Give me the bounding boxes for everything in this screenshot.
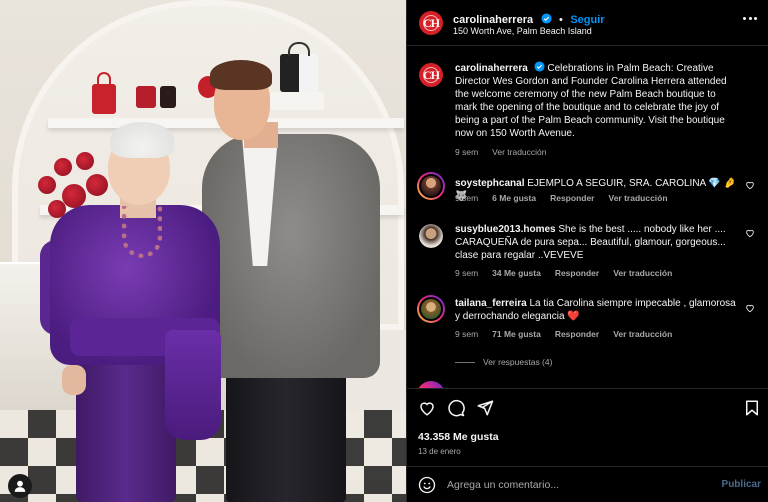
caption-row: CH carolinaherrera Celebrations in Palm … — [417, 61, 757, 171]
heart-icon[interactable] — [418, 399, 436, 417]
view-replies-label: Ver respuestas (4) — [483, 357, 553, 367]
comment-time[interactable]: 9 sem — [455, 329, 478, 339]
red-handbag — [92, 72, 116, 114]
replies-divider — [455, 361, 475, 363]
caption-text: carolinaherrera Celebrations in Palm Bea… — [455, 61, 739, 140]
red-clutch — [136, 86, 156, 108]
woman-necklace — [122, 206, 162, 258]
comment-row: soystephcanal EJEMPLO A SEGUIR, SRA. CAR… — [417, 171, 757, 211]
comment-avatar[interactable] — [417, 295, 445, 323]
woman-hand — [62, 365, 86, 395]
comment-text: tailana_ferreira La tia Carolina siempre… — [455, 297, 739, 323]
post-location[interactable]: 150 Worth Ave, Palm Beach Island — [453, 26, 592, 36]
more-icon[interactable] — [743, 17, 757, 21]
woman-sash-tail — [165, 330, 221, 440]
man-tweed-jacket — [202, 134, 380, 378]
follow-button[interactable]: Seguir — [570, 14, 604, 26]
cut-off-comment — [417, 381, 445, 388]
comment-avatar[interactable] — [419, 224, 443, 248]
comment-translate[interactable]: Ver traducción — [609, 193, 668, 203]
comment-meta: 9 sem 6 Me gusta Responder Ver traducció… — [455, 193, 668, 203]
comment-likes[interactable]: 71 Me gusta — [492, 329, 541, 339]
publish-button[interactable]: Publicar — [722, 479, 761, 490]
reply-button[interactable]: Responder — [555, 329, 599, 339]
reply-button[interactable]: Responder — [550, 193, 594, 203]
comment-text: susyblue2013.homes She is the best .....… — [455, 223, 739, 262]
caption-username[interactable]: carolinaherrera — [455, 63, 528, 74]
comment-likes[interactable]: 34 Me gusta — [492, 268, 541, 278]
black-white-handbag — [280, 42, 318, 92]
comment-translate[interactable]: Ver traducción — [613, 329, 672, 339]
caption-time[interactable]: 9 sem — [455, 147, 478, 157]
author-username[interactable]: carolinaherrera — [453, 14, 533, 26]
comment-likes[interactable]: 6 Me gusta — [492, 193, 536, 203]
comment-row: tailana_ferreira La tia Carolina siempre… — [417, 295, 757, 343]
save-icon[interactable] — [743, 399, 761, 417]
post-header: CH carolinaherrera • Seguir 150 Worth Av… — [407, 0, 768, 46]
share-icon[interactable] — [476, 399, 494, 417]
dark-clutch — [160, 86, 176, 108]
comments-scroll-area[interactable]: CH carolinaherrera Celebrations in Palm … — [407, 47, 768, 388]
woman-hair — [110, 122, 174, 158]
comment-input[interactable] — [447, 477, 697, 493]
separator-dot: • — [559, 14, 563, 26]
verified-icon — [541, 13, 552, 24]
caption-body: Celebrations in Palm Beach: Creative Dir… — [455, 63, 727, 139]
likes-count[interactable]: 43.358 Me gusta — [418, 431, 499, 443]
post-details-panel: CH carolinaherrera • Seguir 150 Worth Av… — [406, 0, 768, 502]
reply-button[interactable]: Responder — [555, 268, 599, 278]
heart-icon[interactable] — [745, 303, 755, 313]
comment-avatar[interactable] — [417, 172, 445, 200]
verified-icon — [534, 61, 545, 72]
author-avatar[interactable]: CH — [419, 11, 443, 35]
comment-username[interactable]: tailana_ferreira — [455, 298, 527, 309]
caption-author-avatar[interactable]: CH — [419, 63, 443, 87]
emoji-icon[interactable] — [418, 476, 436, 494]
heart-icon[interactable] — [745, 228, 755, 238]
caption-meta: 9 sem Ver traducción — [455, 147, 547, 157]
woman-trousers — [76, 352, 176, 502]
shelf-box — [270, 92, 324, 110]
comment-icon[interactable] — [447, 399, 465, 417]
comment-time[interactable]: 9 sem — [455, 268, 478, 278]
comment-row: susyblue2013.homes She is the best .....… — [417, 223, 757, 285]
view-replies-button[interactable]: Ver respuestas (4) — [455, 357, 552, 367]
heart-icon[interactable] — [745, 180, 755, 190]
post-date: 13 de enero — [418, 447, 461, 456]
comment-meta: 9 sem 71 Me gusta Responder Ver traducci… — [455, 329, 672, 339]
profile-icon[interactable] — [8, 474, 32, 498]
caption-translate[interactable]: Ver traducción — [492, 147, 546, 157]
comment-username[interactable]: soystephcanal — [455, 178, 524, 189]
comment-translate[interactable]: Ver traducción — [613, 268, 672, 278]
comment-time[interactable]: 9 sem — [455, 193, 478, 203]
man-hair — [210, 60, 272, 90]
post-actions: 43.358 Me gusta 13 de enero — [407, 388, 768, 464]
comment-username[interactable]: susyblue2013.homes — [455, 224, 556, 235]
comment-composer: Publicar — [407, 466, 768, 502]
post-photo[interactable] — [0, 0, 406, 502]
comment-meta: 9 sem 34 Me gusta Responder Ver traducci… — [455, 268, 672, 278]
